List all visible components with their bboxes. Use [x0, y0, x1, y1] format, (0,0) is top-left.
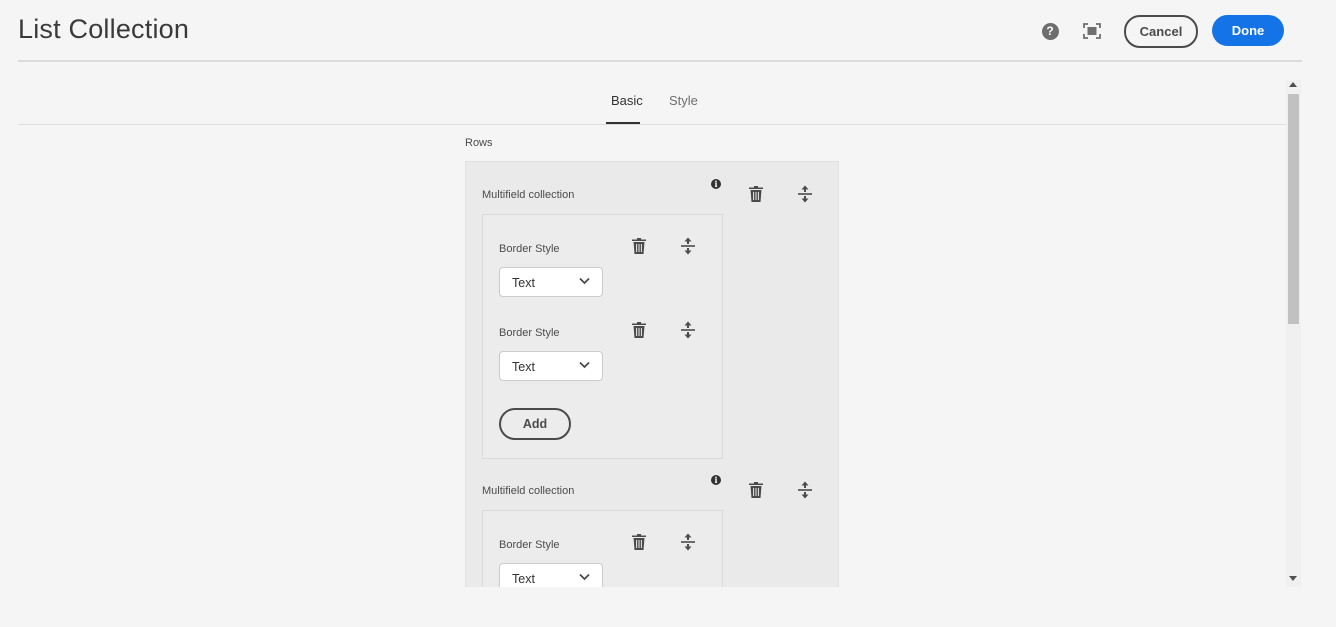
tab-basic[interactable]: Basic [611, 93, 643, 108]
border-style-select[interactable]: Text [499, 563, 603, 587]
multifield-items: Border Style Text Border Style Text Add [482, 214, 723, 459]
info-icon[interactable]: i [711, 475, 721, 485]
trash-icon [749, 186, 763, 202]
active-tab-indicator [606, 122, 640, 124]
multifield-collection-label: Multifield collection [482, 485, 575, 497]
dialog-title: List Collection [18, 14, 190, 44]
add-button[interactable]: Add [499, 408, 571, 440]
drag-reorder-icon [681, 237, 695, 255]
delete-collection-button[interactable] [746, 184, 766, 204]
drag-reorder-icon [681, 533, 695, 551]
cancel-button[interactable]: Cancel [1124, 15, 1198, 48]
select-value: Text [512, 360, 535, 374]
chevron-down-icon [579, 573, 590, 581]
border-style-select[interactable]: Text [499, 267, 603, 297]
reorder-item-button[interactable] [678, 320, 698, 340]
select-value: Text [512, 276, 535, 290]
border-style-label: Border Style [499, 243, 560, 255]
help-icon[interactable]: ? [1039, 20, 1061, 42]
border-style-label: Border Style [499, 539, 560, 551]
tab-bar: Basic Style [18, 80, 1286, 125]
border-style-label: Border Style [499, 327, 560, 339]
delete-collection-button[interactable] [746, 480, 766, 500]
scrollbar-thumb[interactable] [1288, 94, 1299, 324]
multifield-items: Border Style Text [482, 510, 723, 587]
delete-item-button[interactable] [629, 320, 649, 340]
delete-item-button[interactable] [629, 236, 649, 256]
reorder-item-button[interactable] [678, 532, 698, 552]
scroll-down-arrow-icon[interactable] [1289, 576, 1297, 581]
multifield-collection-label: Multifield collection [482, 189, 575, 201]
drag-reorder-icon [798, 481, 812, 499]
chevron-down-icon [579, 277, 590, 285]
trash-icon [632, 322, 646, 338]
rows-multifield: Multifield collection i Border Style Tex… [465, 161, 839, 587]
scroll-up-arrow-icon[interactable] [1289, 82, 1297, 87]
dialog-header: List Collection [18, 0, 1302, 62]
info-icon[interactable]: i [711, 179, 721, 189]
form-content: Rows Multifield collection i Border Styl… [0, 125, 1286, 587]
fullscreen-icon[interactable] [1081, 20, 1103, 42]
rows-label: Rows [465, 137, 493, 149]
trash-icon [749, 482, 763, 498]
drag-reorder-icon [681, 321, 695, 339]
border-style-select[interactable]: Text [499, 351, 603, 381]
delete-item-button[interactable] [629, 532, 649, 552]
done-button[interactable]: Done [1212, 15, 1284, 46]
reorder-collection-button[interactable] [795, 480, 815, 500]
select-value: Text [512, 572, 535, 586]
trash-icon [632, 238, 646, 254]
chevron-down-icon [579, 361, 590, 369]
trash-icon [632, 534, 646, 550]
drag-reorder-icon [798, 185, 812, 203]
tab-style[interactable]: Style [669, 93, 698, 108]
reorder-item-button[interactable] [678, 236, 698, 256]
reorder-collection-button[interactable] [795, 184, 815, 204]
